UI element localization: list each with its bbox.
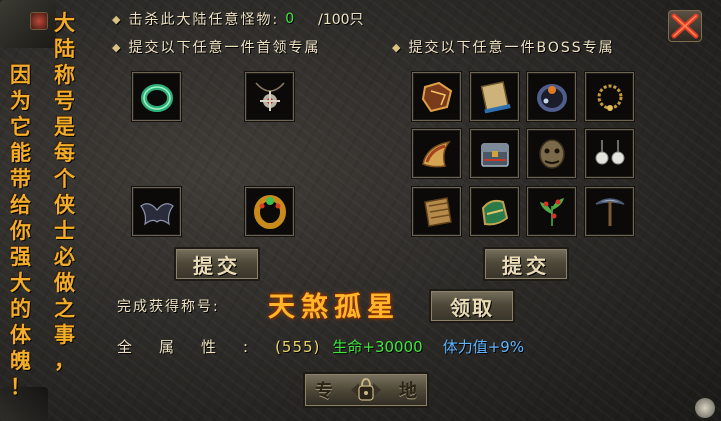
lock-emblem-icon: [349, 375, 383, 405]
slogan-char: 侠: [54, 192, 75, 217]
slogan-left-column: 因 为 它 能 带 给 你 强 大 的 体 魄 ！: [10, 62, 31, 400]
submit-leader-label: 提交以下任意一件首领专属: [128, 40, 321, 56]
reward-title-row: 完成获得称号: 天煞孤星: [117, 292, 394, 323]
pickaxe-icon[interactable]: [585, 187, 634, 236]
horn-icon[interactable]: [412, 129, 461, 178]
diamond-bullet-icon: ◆: [112, 40, 121, 54]
armor-piece-icon[interactable]: [412, 72, 461, 121]
slogan-char: 你: [10, 218, 31, 243]
diamond-bullet-icon: ◆: [392, 40, 401, 54]
monster-head-icon[interactable]: [527, 129, 576, 178]
exclusive-map-button[interactable]: 专 地: [303, 372, 429, 408]
close-icon: [671, 13, 699, 39]
chest-icon[interactable]: [470, 129, 519, 178]
submit-leader-button[interactable]: 提交: [174, 247, 260, 281]
slogan-char: 大: [54, 10, 75, 35]
slogan-char: 是: [54, 114, 75, 139]
slogan-char: 做: [54, 270, 75, 295]
slogan-char: 之: [54, 296, 75, 321]
slogan-char: 大: [10, 270, 31, 295]
dark-bracelet-icon[interactable]: [527, 72, 576, 121]
slogan-char: 必: [54, 244, 75, 269]
bottom-bar-right-char: 地: [399, 381, 417, 402]
top-left-decoration: [0, 0, 56, 48]
slogan-char: 每: [54, 140, 75, 165]
shortcut-icon[interactable]: [30, 12, 48, 30]
slogan-char: 为: [10, 88, 31, 113]
slogan-char: 因: [10, 62, 31, 87]
pearl-earrings-icon[interactable]: [585, 129, 634, 178]
slogan-char: ！: [10, 374, 31, 399]
herb-icon[interactable]: [527, 187, 576, 236]
slogan-char: 士: [54, 218, 75, 243]
slogan-char: 带: [10, 166, 31, 191]
submit-boss-button[interactable]: 提交: [483, 247, 569, 281]
skull-necklace-icon[interactable]: [245, 72, 294, 121]
diamond-bullet-icon: ◆: [112, 12, 121, 26]
reward-stats-row: 全属性: (555) 生命+30000 体力值+9%: [117, 336, 524, 357]
bottom-bar-left-char: 专: [315, 381, 333, 402]
slogan-char: 个: [54, 166, 75, 191]
all-attributes-value: (555): [275, 337, 321, 356]
slogan-right-column: 大 陆 称 号 是 每 个 侠 士 必 做 之 事 ，: [54, 10, 75, 374]
slogan-char: ，: [54, 348, 75, 373]
scroll-icon[interactable]: [470, 72, 519, 121]
stamina-bonus: 体力值+9%: [442, 338, 525, 356]
gauntlet-icon[interactable]: [470, 187, 519, 236]
gold-ring-icon[interactable]: [245, 187, 294, 236]
kill-count: 0: [285, 11, 295, 27]
slogan-char: 体: [10, 322, 31, 347]
submit-boss-label: 提交以下任意一件BOSS专属: [408, 40, 615, 56]
kill-total: /100只: [318, 12, 364, 28]
slogan-char: 给: [10, 192, 31, 217]
orb-icon: [695, 398, 715, 418]
hide-scroll-icon[interactable]: [412, 187, 461, 236]
quest-panel: 因 为 它 能 带 给 你 强 大 的 体 魄 ！ 大 陆 称 号 是 每 个 …: [0, 0, 721, 421]
close-button[interactable]: [668, 10, 702, 42]
slogan-char: 陆: [54, 36, 75, 61]
claim-button[interactable]: 领取: [429, 289, 515, 323]
submit-boss-line: ◆ 提交以下任意一件BOSS专属: [392, 37, 615, 57]
reward-title-name: 天煞孤星: [268, 292, 400, 323]
all-attributes-label: 全属性:: [117, 338, 276, 356]
slogan-char: 号: [54, 88, 75, 113]
kill-quest-label: 击杀此大陆任意怪物:: [128, 12, 280, 28]
kill-quest-line: ◆ 击杀此大陆任意怪物: 0 /100只: [112, 9, 364, 29]
slogan-char: 能: [10, 140, 31, 165]
bat-wing-icon[interactable]: [132, 187, 181, 236]
reward-title-label: 完成获得称号:: [117, 299, 220, 315]
bottom-right-decoration: [681, 395, 721, 421]
slogan-char: 强: [10, 244, 31, 269]
slogan-char: 魄: [10, 348, 31, 373]
slogan-char: 的: [10, 296, 31, 321]
submit-leader-line: ◆ 提交以下任意一件首领专属: [112, 37, 320, 57]
bead-necklace-icon[interactable]: [585, 72, 634, 121]
slogan-char: 称: [54, 62, 75, 87]
slogan-char: 它: [10, 114, 31, 139]
hp-bonus: 生命+30000: [332, 338, 423, 356]
slogan-char: 事: [54, 322, 75, 347]
jade-ring-icon[interactable]: [132, 72, 181, 121]
